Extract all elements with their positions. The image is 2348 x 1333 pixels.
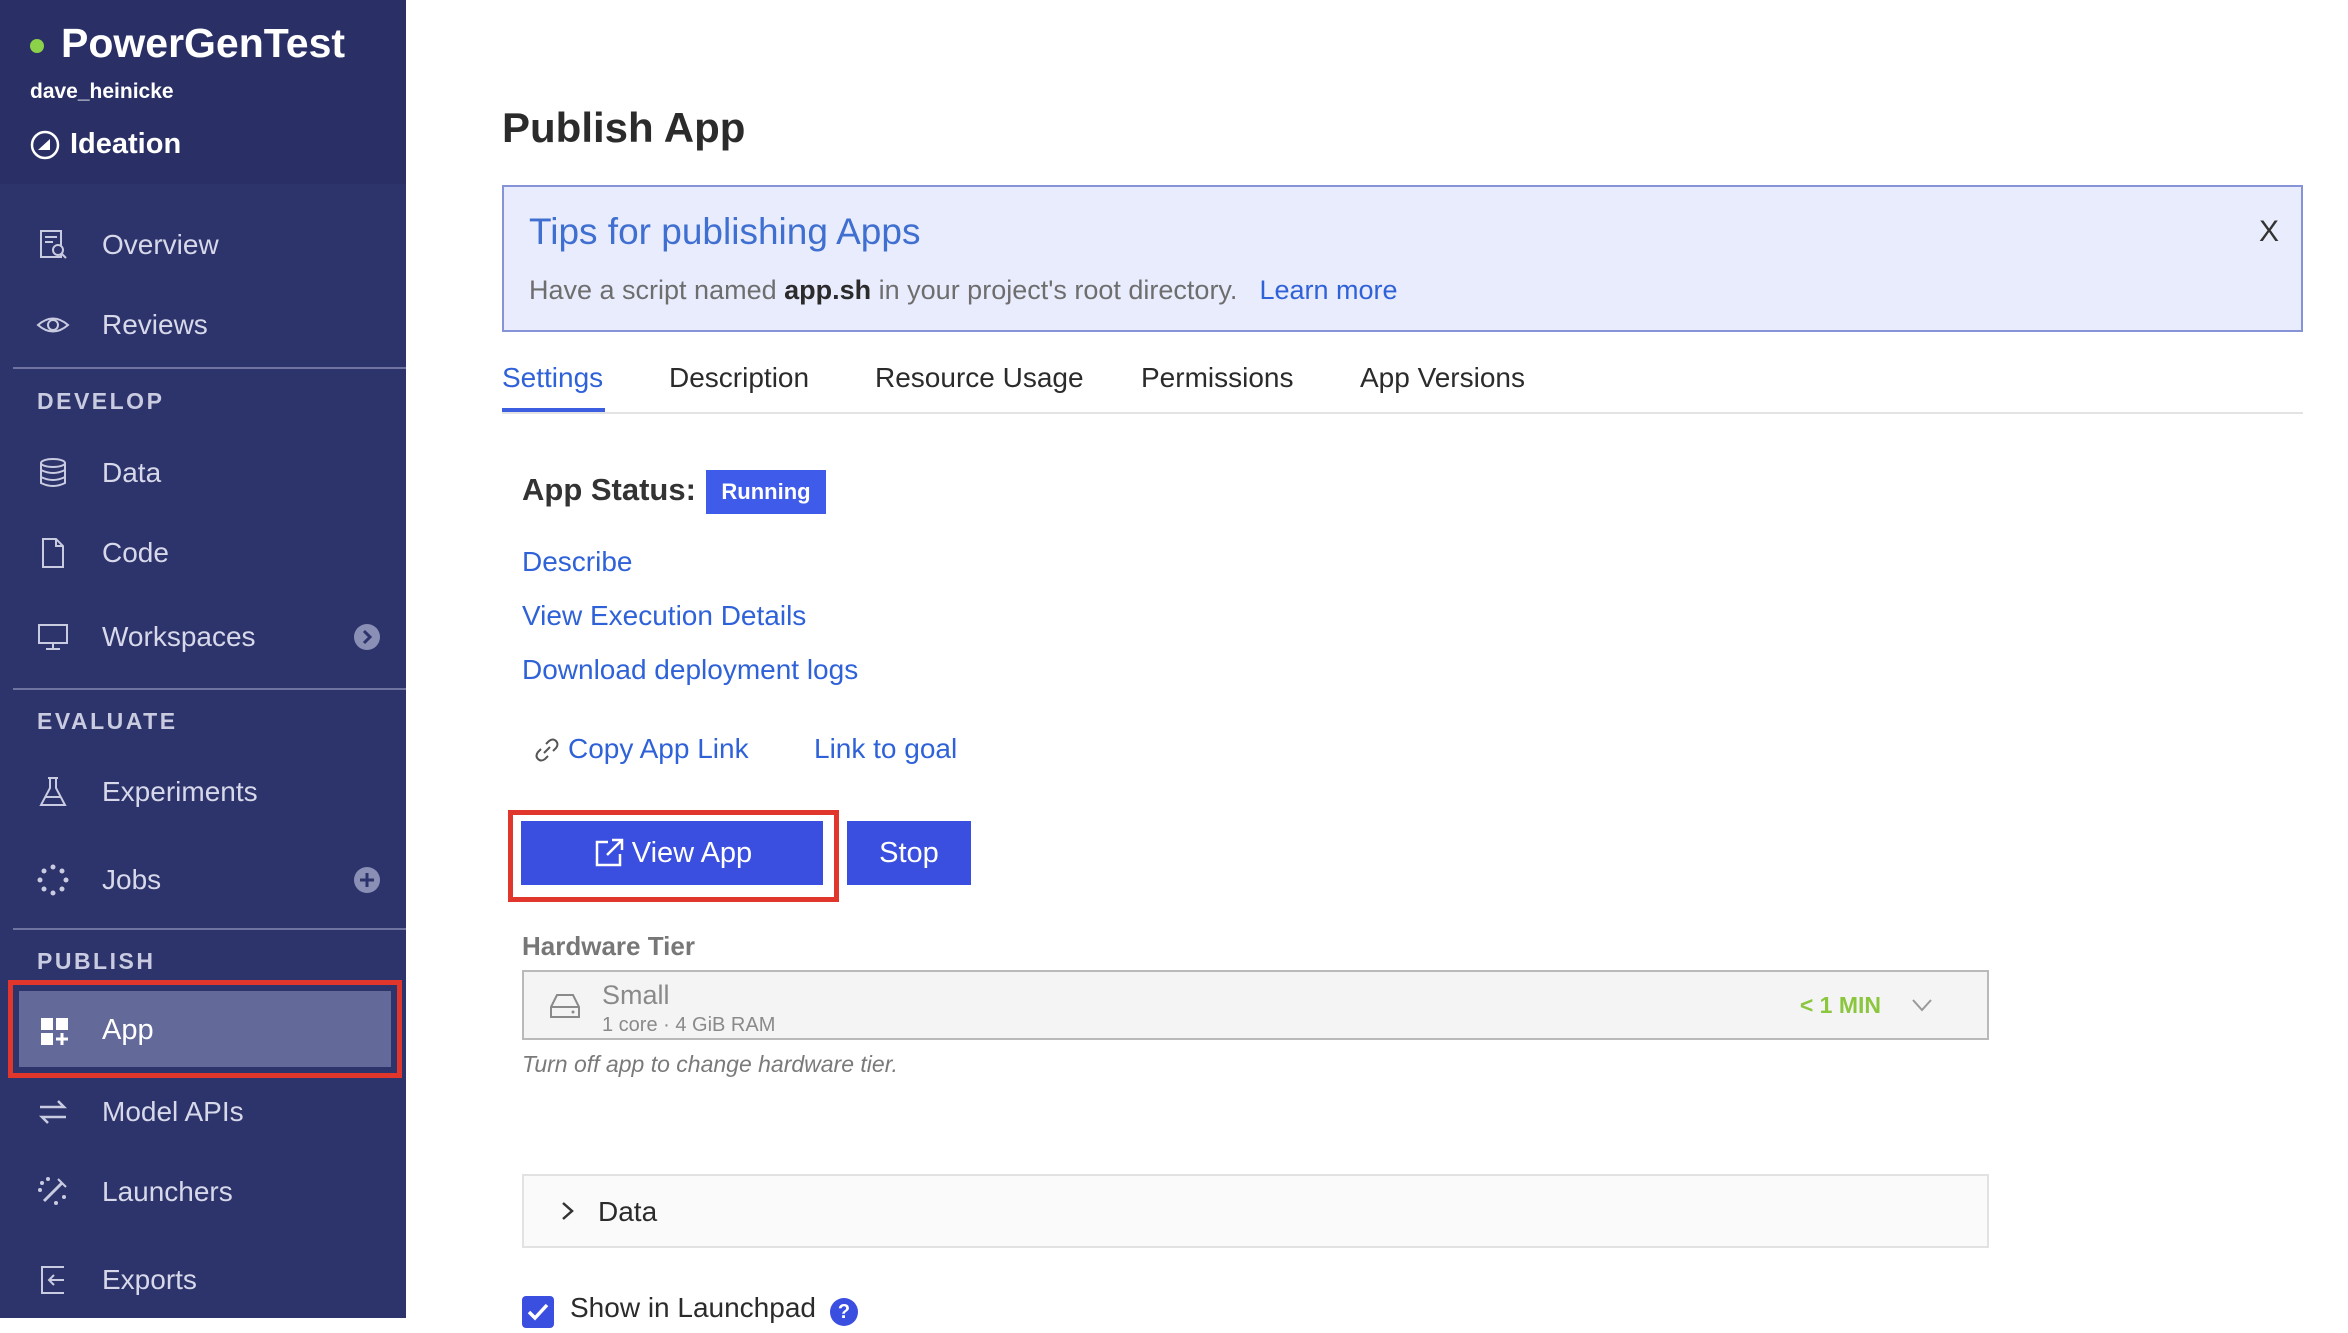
overview-icon bbox=[40, 230, 67, 259]
sidebar-item-app[interactable]: App bbox=[8, 980, 402, 1078]
export-icon bbox=[41, 1266, 64, 1294]
copy-app-link-button[interactable]: Copy App Link bbox=[568, 733, 749, 765]
sidebar-item-data[interactable]: Data bbox=[0, 443, 406, 503]
project-owner[interactable]: dave_heinicke bbox=[30, 80, 174, 104]
active-item-background bbox=[19, 991, 391, 1067]
hardware-tier-start-time: < 1 MIN bbox=[1799, 992, 1881, 1018]
link-to-goal-button[interactable]: Link to goal bbox=[814, 733, 957, 765]
project-stage[interactable]: Ideation bbox=[70, 128, 181, 161]
sidebar-item-label: Workspaces bbox=[102, 621, 256, 652]
link-icon bbox=[535, 738, 559, 762]
tab-bar: Settings Description Resource Usage Perm… bbox=[502, 356, 2303, 414]
eye-icon bbox=[36, 317, 70, 333]
download-deployment-logs-link[interactable]: Download deployment logs bbox=[522, 654, 858, 686]
learn-more-link[interactable]: Learn more bbox=[1259, 275, 1397, 305]
section-title-publish: PUBLISH bbox=[37, 948, 156, 974]
hardware-tier-name: Small bbox=[602, 980, 670, 1010]
sidebar-item-label: Overview bbox=[102, 229, 219, 260]
status-dot-icon bbox=[30, 39, 44, 53]
sidebar-item-label: Data bbox=[102, 457, 162, 488]
sidebar-item-reviews[interactable]: Reviews bbox=[0, 295, 406, 355]
hardware-tier-note: Turn off app to change hardware tier. bbox=[522, 1051, 898, 1077]
divider bbox=[13, 367, 406, 369]
sidebar-item-exports[interactable]: Exports bbox=[0, 1250, 406, 1310]
chevron-down-icon bbox=[1912, 999, 1932, 1012]
page-title: Publish App bbox=[502, 104, 746, 151]
stage-icon bbox=[30, 130, 60, 160]
file-icon bbox=[42, 538, 64, 568]
show-in-launchpad-label: Show in Launchpad bbox=[570, 1292, 816, 1323]
project-header: PowerGenTest dave_heinicke Ideation bbox=[0, 0, 406, 184]
database-icon bbox=[40, 458, 66, 487]
app-grid-icon bbox=[41, 1018, 68, 1045]
section-title-evaluate: EVALUATE bbox=[37, 708, 178, 734]
divider bbox=[13, 688, 406, 690]
close-tips-button[interactable]: X bbox=[2259, 215, 2279, 249]
data-section-label: Data bbox=[598, 1196, 658, 1227]
divider bbox=[13, 928, 406, 930]
help-icon[interactable]: ? bbox=[830, 1298, 858, 1326]
view-app-button[interactable]: View App bbox=[521, 821, 823, 885]
checkmark-icon bbox=[527, 1303, 549, 1321]
sidebar-item-model-apis[interactable]: Model APIs bbox=[0, 1082, 406, 1142]
sidebar: PowerGenTest dave_heinicke Ideation Over… bbox=[0, 0, 406, 1318]
active-tab-indicator bbox=[502, 408, 605, 412]
sidebar-item-label: Reviews bbox=[102, 309, 208, 340]
show-in-launchpad-checkbox[interactable] bbox=[522, 1296, 554, 1328]
tab-settings[interactable]: Settings bbox=[502, 362, 603, 394]
status-badge: Running bbox=[706, 470, 826, 514]
tab-app-versions[interactable]: App Versions bbox=[1360, 362, 1525, 394]
tab-permissions[interactable]: Permissions bbox=[1141, 362, 1293, 394]
sidebar-item-jobs[interactable]: Jobs bbox=[0, 850, 406, 910]
sidebar-item-launchers[interactable]: Launchers bbox=[0, 1162, 406, 1222]
hardware-tier-label: Hardware Tier bbox=[522, 931, 695, 961]
sidebar-item-label: Jobs bbox=[102, 864, 162, 895]
hard-drive-icon bbox=[550, 994, 580, 1018]
describe-link[interactable]: Describe bbox=[522, 546, 632, 578]
sidebar-item-label: Exports bbox=[102, 1264, 197, 1295]
view-app-label: View App bbox=[631, 836, 753, 869]
tips-banner: Tips for publishing Apps Have a script n… bbox=[502, 185, 2303, 332]
flask-icon bbox=[39, 777, 67, 806]
sidebar-item-label: Launchers bbox=[102, 1176, 233, 1207]
hardware-tier-spec: 1 core · 4 GiB RAM bbox=[602, 1014, 776, 1036]
section-title-develop: DEVELOP bbox=[37, 388, 165, 414]
chevron-right-icon bbox=[562, 1202, 574, 1220]
sidebar-item-label: Code bbox=[102, 537, 169, 568]
sidebar-item-overview[interactable]: Overview bbox=[0, 215, 406, 275]
tips-title: Tips for publishing Apps bbox=[529, 211, 921, 252]
plus-circle-icon[interactable] bbox=[353, 866, 381, 894]
data-section-toggle[interactable]: Data bbox=[522, 1174, 1989, 1248]
tab-description[interactable]: Description bbox=[669, 362, 809, 394]
sidebar-item-label: Experiments bbox=[102, 776, 258, 807]
sidebar-item-label: Model APIs bbox=[102, 1096, 244, 1127]
arrow-right-circle-icon[interactable] bbox=[353, 623, 381, 651]
tips-body: Have a script named app.sh in your proje… bbox=[529, 275, 1398, 306]
sidebar-item-code[interactable]: Code bbox=[0, 523, 406, 583]
launcher-icon bbox=[38, 1177, 67, 1205]
app-status-label: App Status: bbox=[522, 472, 696, 507]
spinner-icon bbox=[37, 864, 69, 896]
tips-body-suffix: in your project's root directory. bbox=[871, 275, 1238, 305]
sidebar-item-workspaces[interactable]: Workspaces bbox=[0, 607, 406, 667]
swap-arrows-icon bbox=[38, 1100, 68, 1124]
external-link-icon bbox=[595, 838, 624, 867]
sidebar-item-label: App bbox=[102, 1014, 154, 1046]
monitor-icon bbox=[38, 624, 68, 650]
tips-body-filename: app.sh bbox=[784, 275, 872, 305]
hardware-tier-select[interactable]: Small 1 core · 4 GiB RAM < 1 MIN bbox=[522, 970, 1989, 1040]
sidebar-item-experiments[interactable]: Experiments bbox=[0, 762, 406, 822]
stop-button[interactable]: Stop bbox=[847, 821, 971, 885]
tips-body-prefix: Have a script named bbox=[529, 275, 785, 305]
project-name[interactable]: PowerGenTest bbox=[61, 20, 345, 67]
tab-resource-usage[interactable]: Resource Usage bbox=[875, 362, 1084, 394]
view-execution-details-link[interactable]: View Execution Details bbox=[522, 600, 806, 632]
